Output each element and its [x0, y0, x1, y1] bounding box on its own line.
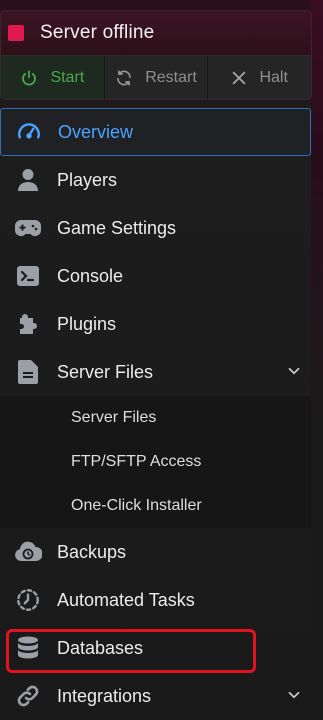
halt-button-label: Halt	[259, 68, 288, 86]
gauge-icon	[15, 118, 43, 146]
server-files-submenu: Server Files FTP/SFTP Access One-Click I…	[0, 396, 311, 528]
file-icon	[14, 358, 42, 386]
submenu-item-ftp-sftp[interactable]: FTP/SFTP Access	[0, 440, 311, 484]
server-status-text: Server offline	[40, 22, 155, 43]
submenu-item-label: FTP/SFTP Access	[71, 453, 202, 470]
power-controls: Start Restart Halt	[1, 56, 311, 99]
submenu-item-server-files[interactable]: Server Files	[0, 396, 311, 440]
sidebar-item-automated-tasks[interactable]: Automated Tasks	[0, 576, 311, 624]
sidebar-item-label: Plugins	[57, 313, 117, 334]
submenu-item-one-click-installer[interactable]: One-Click Installer	[0, 484, 311, 528]
sidebar-item-label: Integrations	[57, 685, 152, 706]
sidebar-item-databases[interactable]: Databases	[0, 624, 311, 672]
sidebar-item-players[interactable]: Players	[0, 156, 311, 204]
submenu-item-label: One-Click Installer	[71, 497, 202, 514]
status-indicator-icon	[8, 25, 24, 41]
sidebar-item-label: Players	[57, 169, 118, 190]
sidebar-item-label: Databases	[57, 637, 144, 658]
sidebar-item-game-settings[interactable]: Game Settings	[0, 204, 311, 252]
sidebar-item-label: Console	[57, 265, 124, 286]
sidebar-item-console[interactable]: Console	[0, 252, 311, 300]
chevron-down-icon[interactable]	[285, 362, 303, 380]
sidebar-item-label: Server Files	[57, 361, 154, 382]
halt-button[interactable]: Halt	[208, 56, 311, 99]
power-icon	[22, 69, 37, 85]
server-status-panel: Server offline Start Restart Halt	[0, 10, 312, 100]
sidebar-item-label: Game Settings	[57, 217, 177, 238]
clock-dashed-icon	[14, 586, 42, 614]
cloud-backup-icon	[14, 538, 42, 566]
sidebar-nav: Overview Players Game Settings Console P…	[0, 108, 311, 720]
server-sidebar: Server offline Start Restart Halt Overvi…	[0, 0, 323, 720]
database-icon	[14, 634, 42, 662]
chevron-down-icon[interactable]	[285, 686, 303, 704]
sidebar-item-plugins[interactable]: Plugins	[0, 300, 311, 348]
user-icon	[14, 166, 42, 194]
status-header: Server offline	[1, 11, 311, 56]
sidebar-item-overview[interactable]: Overview	[0, 108, 311, 156]
gamepad-icon	[14, 214, 42, 242]
restart-button[interactable]: Restart	[104, 56, 209, 99]
sidebar-item-integrations[interactable]: Integrations	[0, 672, 311, 720]
start-button-label: Start	[50, 68, 85, 86]
sidebar-item-label: Backups	[57, 541, 127, 562]
start-button[interactable]: Start	[1, 56, 105, 99]
link-icon	[14, 682, 42, 710]
sidebar-item-label: Overview	[58, 121, 134, 142]
close-icon	[233, 71, 246, 84]
restart-button-label: Restart	[145, 68, 197, 86]
restart-icon	[117, 69, 132, 86]
submenu-item-label: Server Files	[71, 409, 157, 426]
sidebar-item-server-files[interactable]: Server Files	[0, 348, 311, 396]
edge-accent	[311, 0, 323, 720]
puzzle-icon	[14, 310, 42, 338]
sidebar-item-label: Automated Tasks	[57, 589, 195, 610]
sidebar-item-backups[interactable]: Backups	[0, 528, 311, 576]
terminal-icon	[14, 262, 42, 290]
